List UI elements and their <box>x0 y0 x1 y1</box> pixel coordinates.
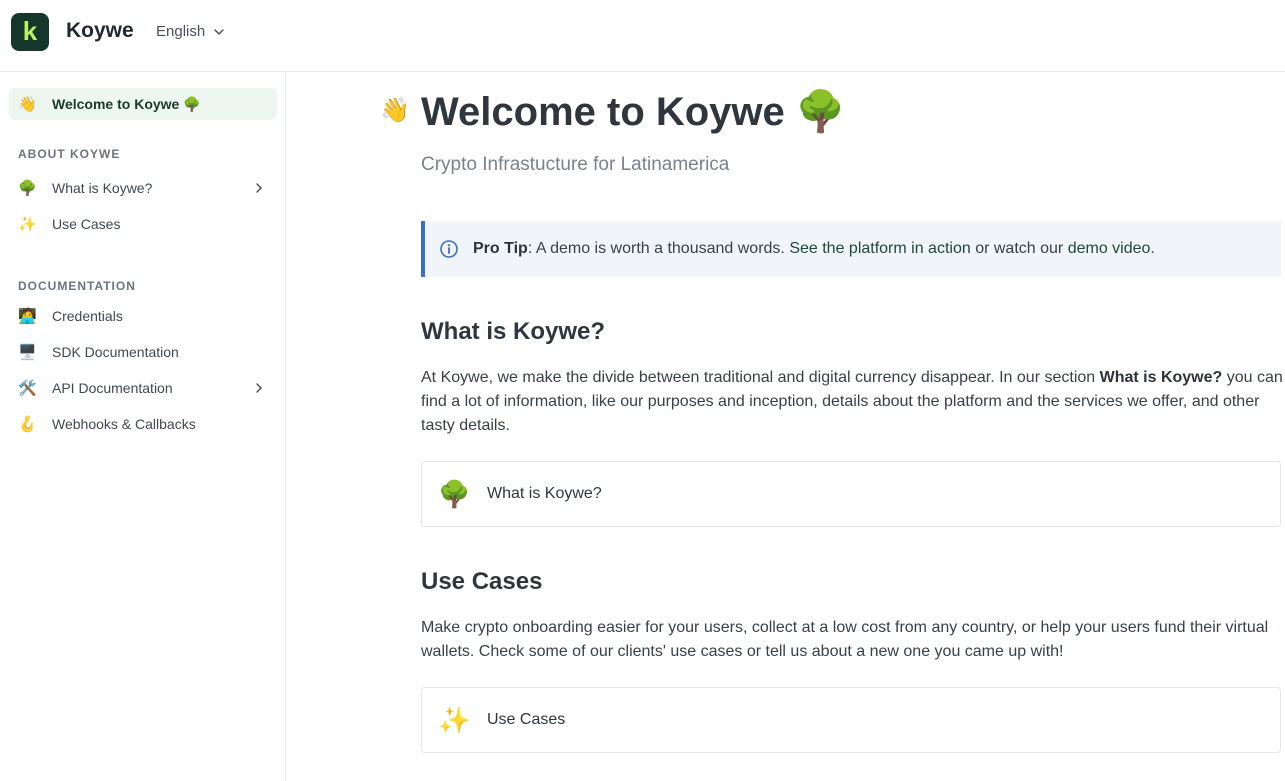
desktop-computer-icon: 🖥️ <box>18 344 37 361</box>
card-label: Use Cases <box>487 711 566 728</box>
sidebar-item-label: Credentials <box>52 308 123 324</box>
chevron-down-icon <box>214 28 224 35</box>
section-title-documentation: DOCUMENTATION <box>18 279 136 293</box>
section-heading-use-cases: Use Cases <box>421 568 543 595</box>
chevron-right-icon[interactable] <box>253 382 265 394</box>
section-heading-what-is-koywe: What is Koywe? <box>421 318 606 345</box>
callout-text: Pro Tip: A demo is worth a thousand word… <box>473 240 1155 258</box>
brand-name[interactable]: Koywe <box>66 19 134 43</box>
hammer-wrench-icon: 🛠️ <box>18 380 37 397</box>
sparkles-icon: ✨ <box>438 704 471 735</box>
callout-text-before: : A demo is worth a thousand words. <box>527 240 790 257</box>
top-header: k Koywe English <box>0 0 1285 72</box>
callout-text-after: . <box>1150 240 1155 257</box>
sidebar-nav: 👋 Welcome to Koywe 🌳 ABOUT KOYWE 🌳 What … <box>0 72 286 781</box>
sidebar-item-label: What is Koywe? <box>52 180 153 196</box>
sidebar-item-label: SDK Documentation <box>52 344 179 360</box>
callout-text-mid: or watch our <box>970 240 1068 257</box>
page-title: Welcome to Koywe 🌳 <box>421 90 846 134</box>
sidebar-item-welcome[interactable]: 👋 Welcome to Koywe 🌳 <box>9 88 277 120</box>
sidebar-item-label: API Documentation <box>52 380 173 396</box>
koywe-logo[interactable]: k <box>11 13 49 51</box>
technologist-icon: 🧑‍💻 <box>18 308 37 325</box>
sidebar-item-label: Webhooks & Callbacks <box>52 416 196 432</box>
chevron-right-icon[interactable] <box>253 182 265 194</box>
demo-video-link[interactable]: demo video <box>1068 240 1151 257</box>
section-paragraph-use-cases: Make crypto onboarding easier for your u… <box>421 619 1269 660</box>
info-icon <box>440 240 458 258</box>
waving-hand-icon: 👋 <box>380 97 410 124</box>
paragraph-bold: What is Koywe? <box>1099 369 1223 386</box>
sidebar-item-label: Welcome to Koywe 🌳 <box>52 95 201 112</box>
sparkles-icon: ✨ <box>18 216 37 233</box>
tree-icon: 🌳 <box>438 478 471 509</box>
card-label: What is Koywe? <box>487 485 602 502</box>
sidebar-item-sdk-documentation[interactable]: 🖥️ SDK Documentation <box>9 336 277 368</box>
platform-link[interactable]: See the platform in action <box>789 240 970 257</box>
waving-hand-icon: 👋 <box>18 96 37 113</box>
section-title-about: ABOUT KOYWE <box>18 147 121 161</box>
tree-icon: 🌳 <box>18 180 37 197</box>
sidebar-item-what-is-koywe[interactable]: 🌳 What is Koywe? <box>9 172 277 204</box>
logo-letter: k <box>22 15 38 46</box>
what-is-koywe-card[interactable]: 🌳 What is Koywe? <box>421 461 1281 527</box>
pro-tip-callout: Pro Tip: A demo is worth a thousand word… <box>421 221 1281 277</box>
callout-bold: Pro Tip <box>473 240 528 257</box>
sidebar-item-webhooks-callbacks[interactable]: 🪝 Webhooks & Callbacks <box>9 408 277 440</box>
main-content: 👋 Welcome to Koywe 🌳 Crypto Infrastuctur… <box>286 72 1285 781</box>
sidebar-item-label: Use Cases <box>52 216 121 232</box>
sidebar-item-use-cases[interactable]: ✨ Use Cases <box>9 208 277 240</box>
language-label: English <box>156 23 206 40</box>
page-subtitle: Crypto Infrastucture for Latinamerica <box>421 154 730 175</box>
sidebar-item-credentials[interactable]: 🧑‍💻 Credentials <box>9 300 277 332</box>
sidebar-item-api-documentation[interactable]: 🛠️ API Documentation <box>9 372 277 404</box>
language-selector[interactable]: English <box>156 23 225 40</box>
hook-icon: 🪝 <box>18 416 37 433</box>
paragraph-text: At Koywe, we make the divide between tra… <box>421 369 1100 386</box>
section-paragraph-what-is-koywe: At Koywe, we make the divide between tra… <box>421 366 1283 438</box>
use-cases-card[interactable]: ✨ Use Cases <box>421 687 1281 753</box>
